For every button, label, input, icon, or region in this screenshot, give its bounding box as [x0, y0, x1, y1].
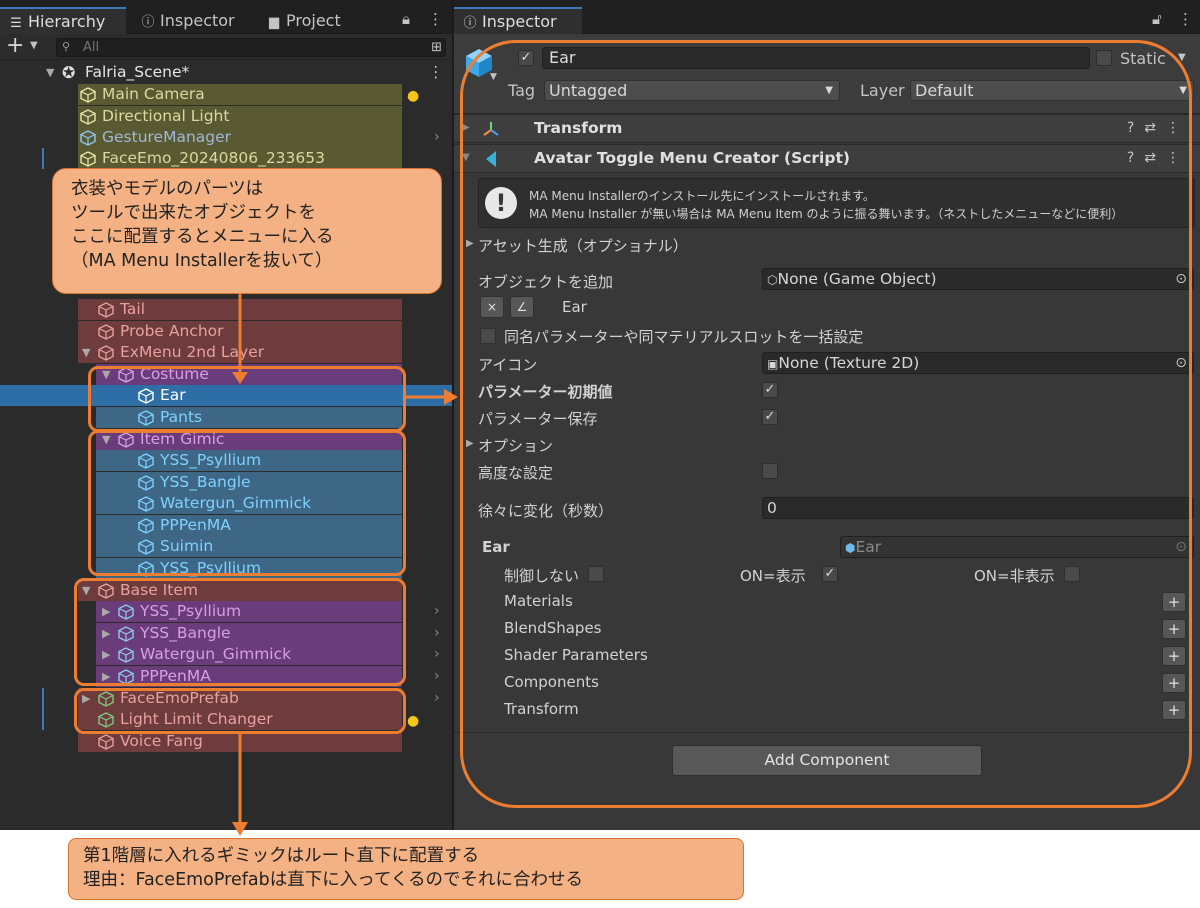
- folder-icon: ▆: [269, 15, 279, 30]
- hierarchy-item-label: Voice Fang: [120, 732, 203, 750]
- scene-row[interactable]: ▼ ✪ Falria_Scene* ⋮: [0, 62, 452, 83]
- unity-scene-icon: ✪: [62, 63, 76, 82]
- annotation-callout-bottom: 第1階層に入れるギミックはルート直下に配置する 理由：FaceEmoPrefab…: [68, 838, 744, 900]
- tab-project[interactable]: ▆ Project: [258, 7, 378, 34]
- tab-inspector[interactable]: ⓘ Inspector: [132, 7, 252, 34]
- light-bulb-icon: ●: [407, 88, 420, 104]
- hierarchy-row[interactable]: Probe Anchor: [0, 321, 452, 342]
- highlight-faceemo-box: [74, 688, 406, 734]
- hierarchy-toolbar: + ▼ ⚲ ⊞: [0, 34, 452, 60]
- gameobject-cube-icon: [80, 109, 96, 125]
- chevron-right-icon[interactable]: ›: [434, 623, 440, 644]
- hierarchy-item-label: ExMenu 2nd Layer: [120, 343, 265, 361]
- gameobject-cube-icon: [98, 302, 114, 318]
- annotation-callout-top: 衣装やモデルのパーツは ツールで出来たオブジェクトを ここに配置するとメニューに…: [52, 168, 442, 294]
- gameobject-cube-icon: [98, 324, 114, 340]
- chevron-right-icon[interactable]: ›: [434, 644, 440, 665]
- more-menu-icon[interactable]: ⋮: [1178, 10, 1193, 28]
- lock-icon[interactable]: 🔒︎: [402, 10, 410, 28]
- hierarchy-item-label: FaceEmo_20240806_233653: [102, 149, 325, 167]
- tab-inspector-main[interactable]: ⓘ Inspector: [454, 7, 582, 34]
- add-button[interactable]: +: [6, 35, 24, 57]
- expand-arrow-icon[interactable]: ▼: [46, 62, 54, 83]
- left-tab-bar: ☰ Hierarchy ⓘ Inspector ▆ Project 🔒︎ ⋮: [0, 0, 452, 34]
- gameobject-cube-icon: [80, 87, 96, 103]
- info-icon: ⓘ: [141, 15, 155, 30]
- dropdown-arrow-icon[interactable]: ▼: [30, 40, 38, 51]
- search-input[interactable]: [83, 39, 413, 56]
- info-icon: ⓘ: [463, 16, 477, 31]
- modified-marker: [42, 709, 44, 730]
- hierarchy-row[interactable]: Directional Light: [0, 106, 452, 127]
- hierarchy-row[interactable]: GestureManager ›: [0, 127, 452, 148]
- hierarchy-item-label: Directional Light: [102, 107, 230, 125]
- highlight-base-item-box: [74, 578, 406, 686]
- gameobject-cube-icon: [98, 345, 114, 361]
- gameobject-cube-icon: [98, 734, 114, 750]
- hierarchy-row[interactable]: FaceEmo_20240806_233653: [0, 148, 452, 169]
- chevron-right-icon[interactable]: ›: [434, 666, 440, 687]
- highlight-item-gimic-box: [88, 430, 406, 576]
- more-menu-icon[interactable]: ⋮: [428, 10, 443, 28]
- hierarchy-row[interactable]: Voice Fang: [0, 731, 452, 752]
- tab-hierarchy[interactable]: ☰ Hierarchy: [0, 7, 126, 34]
- highlight-costume-box: [88, 366, 406, 432]
- hierarchy-item-label: Probe Anchor: [120, 322, 224, 340]
- gameobject-cube-icon: [80, 130, 96, 146]
- search-box[interactable]: ⚲ ⊞: [56, 38, 446, 57]
- hierarchy-row[interactable]: Main Camera ●: [0, 84, 452, 105]
- highlight-inspector-box: [460, 40, 1192, 808]
- hierarchy-item-label: GestureManager: [102, 128, 232, 146]
- more-menu-icon[interactable]: ⋮: [428, 62, 444, 83]
- chevron-right-icon[interactable]: ›: [434, 688, 440, 709]
- expand-arrow-icon[interactable]: ▼: [82, 342, 90, 363]
- lock-icon[interactable]: 🔓︎: [1152, 10, 1162, 28]
- gameobject-cube-icon: [80, 151, 96, 167]
- hierarchy-row[interactable]: Tail: [0, 299, 452, 320]
- chevron-right-icon[interactable]: ›: [434, 601, 440, 622]
- inspector-tab-bar: ⓘ Inspector 🔓︎ ⋮: [454, 0, 1200, 34]
- chevron-right-icon[interactable]: ›: [434, 127, 440, 148]
- modified-marker: [42, 688, 44, 709]
- hierarchy-item-label: Tail: [120, 300, 146, 318]
- light-bulb-icon: ●: [407, 713, 420, 729]
- hierarchy-row[interactable]: ▼ ExMenu 2nd Layer: [0, 342, 452, 363]
- modified-marker: [42, 148, 44, 169]
- search-icon: ⚲: [62, 40, 71, 53]
- scene-name: Falria_Scene*: [85, 63, 190, 81]
- hierarchy-item-label: Main Camera: [102, 85, 205, 103]
- filter-icon[interactable]: ⊞: [431, 40, 442, 55]
